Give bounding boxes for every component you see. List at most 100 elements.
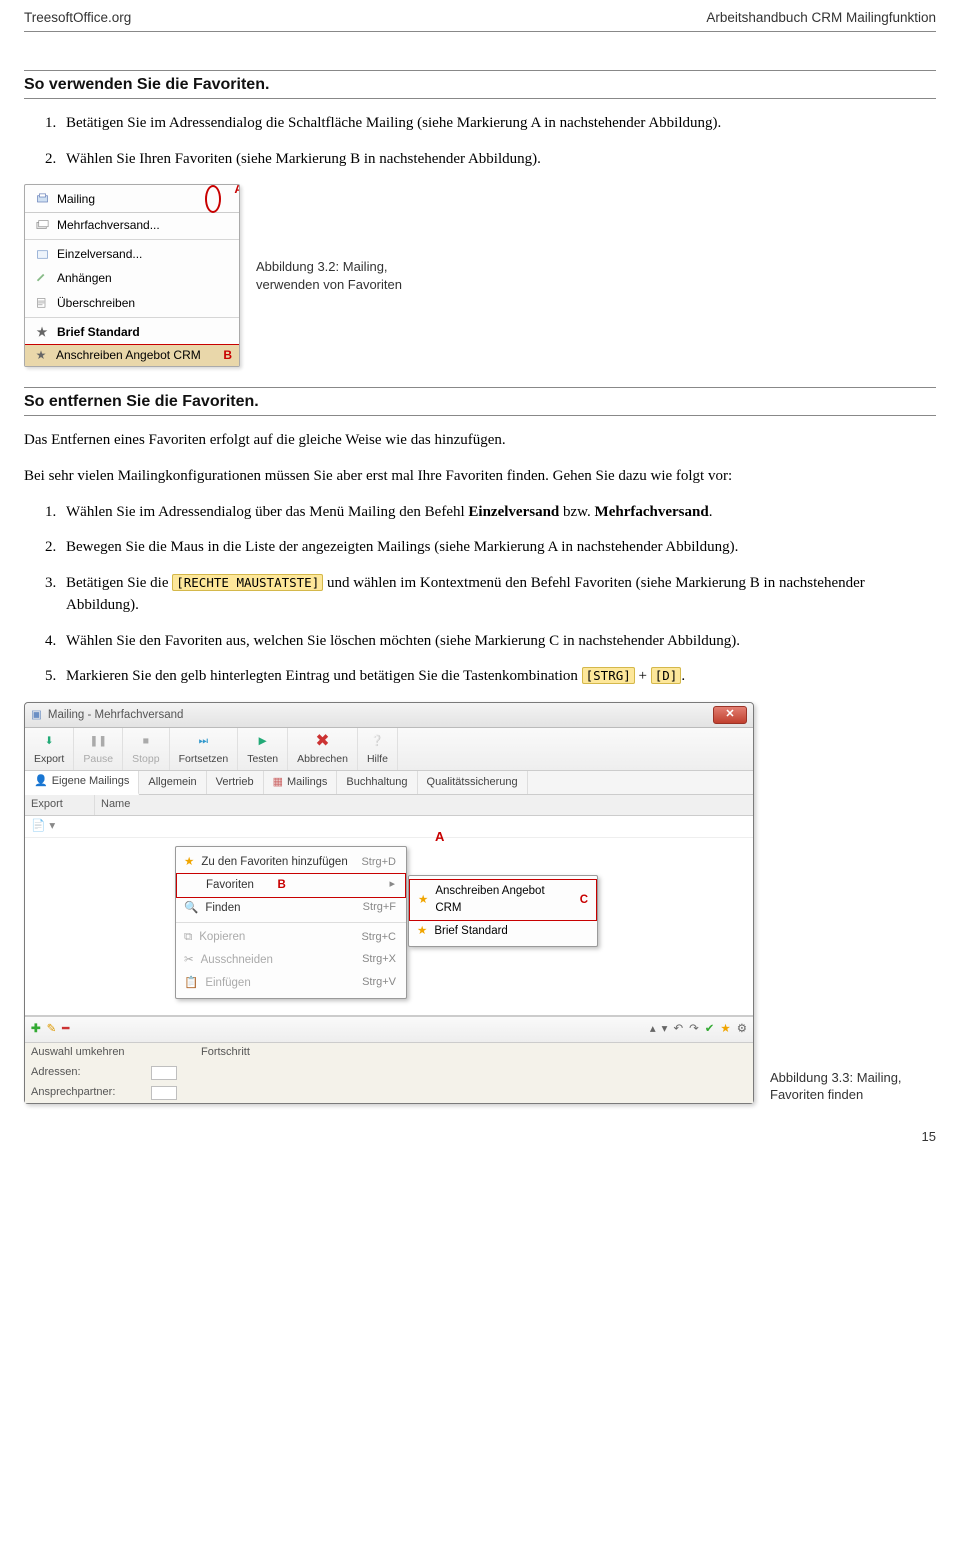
submenu-arrow-icon: ▸ [389,877,395,893]
export-icon: ⬇ [45,731,54,751]
para-1: Das Entfernen eines Favoriten erfolgt au… [24,430,936,452]
menu-label: Anhängen [57,270,112,287]
status-label: Auswahl umkehren [31,1045,141,1061]
text: Wählen Sie im Adressendialog über das Me… [66,504,468,520]
header-left: TreesoftOffice.org [24,8,131,28]
tb-stopp: ■Stopp [123,728,169,770]
attach-icon [33,272,51,287]
context-menu: ★Zu den Favoriten hinzufügen Strg+D Favo… [175,846,407,999]
menu-brief-standard[interactable]: ★ Brief Standard [25,320,239,344]
col-export[interactable]: Export [25,795,95,815]
label: Abbrechen [297,752,348,767]
delete-icon[interactable]: ━ [62,1021,69,1038]
undo-icon[interactable]: ↶ [673,1021,683,1038]
text: Betätigen Sie die [66,575,172,591]
menu-einzelversand[interactable]: Einzelversand... [25,242,239,266]
ctx-finden[interactable]: 🔍Finden Strg+F [176,897,406,920]
chevron-down-icon: ▾ [49,818,55,835]
search-icon: 🔍 [184,900,198,917]
label: Kopieren [199,929,245,946]
column-headers: Export Name [25,795,753,816]
menu-anhaengen[interactable]: Anhängen [25,266,239,290]
tb-testen[interactable]: ▶Testen [238,728,288,770]
play-icon: ▶ [259,731,267,751]
steps-2: Wählen Sie im Adressendialog über das Me… [24,502,936,689]
menu-label: Überschreiben [57,295,135,312]
label: Export [34,752,64,767]
label: Stopp [132,752,159,767]
check-icon[interactable]: ✔ [705,1021,715,1038]
table-row[interactable]: 📄 ▾ [25,816,753,838]
toolbar: ⬇Export ❚❚Pause ■Stopp ⏭Fortsetzen ▶Test… [25,728,753,771]
star-icon[interactable]: ★ [720,1021,730,1038]
label: Testen [247,752,278,767]
step-2-2: Bewegen Sie die Maus in die Liste der an… [60,537,936,559]
tb-export[interactable]: ⬇Export [25,728,74,770]
menu-separator [176,922,406,923]
redo-icon[interactable]: ↷ [689,1021,699,1038]
marker-c: C [580,892,588,909]
add-icon[interactable]: ✚ [31,1021,41,1038]
tab-mailings[interactable]: ▦Mailings [264,771,338,794]
label: Ausschneiden [201,952,273,969]
window-title: Mailing - Mehrfachversand [48,707,184,724]
marker-a-circle [205,185,221,213]
edit-icon[interactable]: ✎ [47,1021,57,1038]
bold: Mehrfachversand [595,504,709,520]
text: + [635,668,651,684]
marker-a: A [234,184,240,198]
tab-buchhaltung[interactable]: Buchhaltung [337,771,417,794]
text: bzw. [559,504,594,520]
menu-ueberschreiben[interactable]: Überschreiben [25,291,239,315]
tabbar: 👤Eigene Mailings Allgemein Vertrieb ▦Mai… [25,771,753,795]
step-1-1: Betätigen Sie im Adressendialog die Scha… [60,113,936,135]
figure-3-3: ▣ Mailing - Mehrfachversand ✕ ⬇Export ❚❚… [24,702,936,1104]
menu-mehrfachversand[interactable]: Mehrfachversand... [25,213,239,237]
star-icon: ★ [418,892,428,909]
key-hint: [RECHTE MAUSTATSTE] [172,574,323,591]
mailing-button[interactable]: Mailing A [25,185,239,212]
cancel-icon: ✖ [315,731,329,751]
marker-b: B [223,347,232,364]
pause-icon: ❚❚ [89,731,107,751]
close-button[interactable]: ✕ [713,706,747,724]
mailing-dropdown: Mailing A Mehrfachversand... Einzelversa… [24,184,240,367]
tb-fortsetzen[interactable]: ⏭Fortsetzen [170,728,239,770]
ctx-favoriten[interactable]: Favoriten B ▸ [176,873,406,898]
chevron-down-icon[interactable]: ▾ [662,1021,668,1038]
col-name[interactable]: Name [95,795,753,815]
paste-icon: 📋 [184,975,198,992]
figure-3-2: Mailing A Mehrfachversand... Einzelversa… [24,184,936,367]
tb-hilfe[interactable]: ❔Hilfe [358,728,398,770]
status-label: Fortschritt [201,1045,250,1061]
tab-qs[interactable]: Qualitätssicherung [418,771,528,794]
ctx-einfuegen: 📋Einfügen Strg+V [176,972,406,995]
menu-separator [25,317,239,318]
tab-eigene-mailings[interactable]: 👤Eigene Mailings [25,771,139,795]
menu-label: Anschreiben Angebot CRM [56,347,201,364]
tab-allgemein[interactable]: Allgemein [139,771,206,794]
overwrite-icon [33,296,51,311]
content-area[interactable]: 📄 ▾ A ★Zu den Favoriten hinzufügen Strg+… [25,816,753,1016]
fav-anschreiben[interactable]: ★ Anschreiben Angebot CRM C [409,879,597,920]
tab-vertrieb[interactable]: Vertrieb [207,771,264,794]
tb-abbrechen[interactable]: ✖Abbrechen [288,728,358,770]
chevron-up-icon[interactable]: ▴ [650,1021,656,1038]
text: . [681,668,685,684]
step-2-4: Wählen Sie den Favoriten aus, welchen Si… [60,631,936,653]
label: Fortsetzen [179,752,229,767]
steps-1: Betätigen Sie im Adressendialog die Scha… [24,113,936,171]
figure-3-3-caption: Abbildung 3.3: Mailing, Favoriten finden [770,1069,920,1104]
ctx-add-favorite[interactable]: ★Zu den Favoriten hinzufügen Strg+D [176,851,406,874]
gear-icon[interactable]: ⚙ [737,1021,747,1038]
step-2-3: Betätigen Sie die [RECHTE MAUSTATSTE] un… [60,573,936,617]
step-2-1: Wählen Sie im Adressendialog über das Me… [60,502,936,524]
step-1-1-text: Betätigen Sie im Adressendialog die Scha… [66,115,721,131]
stop-icon: ■ [143,731,149,751]
label: Pause [83,752,113,767]
key-hint: [STRG] [582,667,635,684]
fav-brief-standard[interactable]: ★ Brief Standard [409,920,597,943]
shortcut: Strg+X [362,952,396,968]
menu-anschreiben-angebot[interactable]: ★ Anschreiben Angebot CRM B [24,344,240,367]
status-value [151,1086,177,1100]
